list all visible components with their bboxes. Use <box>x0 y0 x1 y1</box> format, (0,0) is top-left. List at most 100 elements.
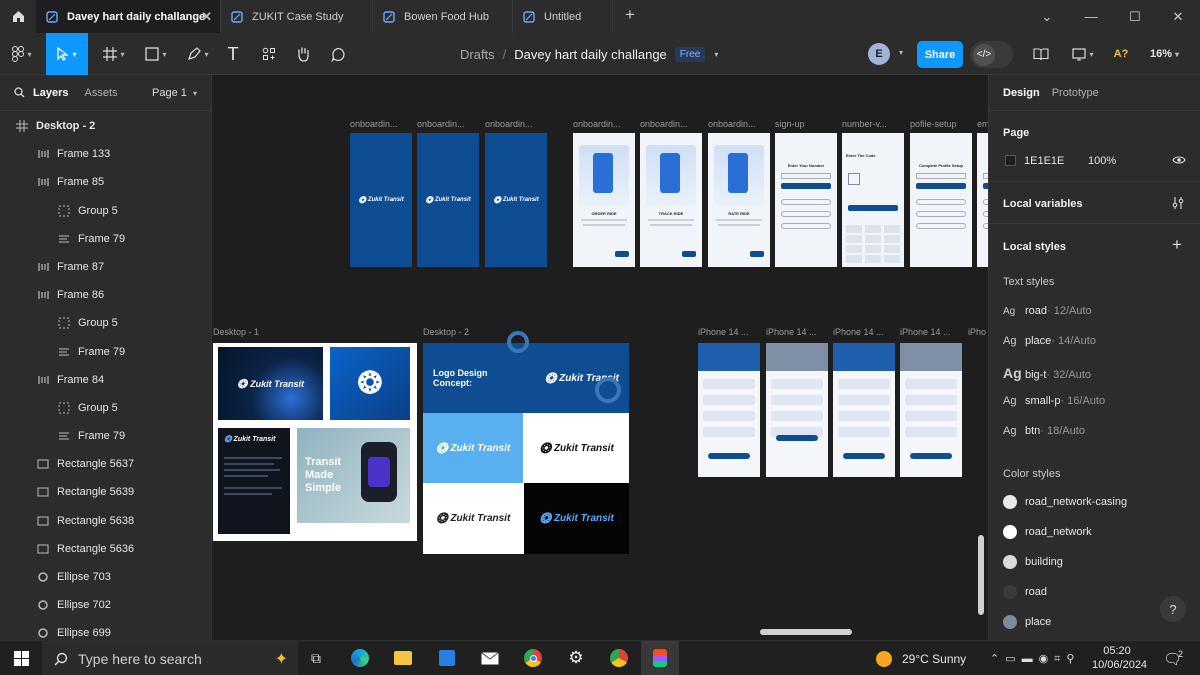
eye-icon[interactable] <box>1172 155 1186 165</box>
iphone-screen[interactable] <box>833 343 895 477</box>
file-menu-chevron-icon[interactable]: ▾ <box>714 50 718 59</box>
edge-browser-icon[interactable] <box>347 646 373 670</box>
chrome-icon[interactable] <box>520 646 546 670</box>
color-style-row[interactable]: place <box>1003 615 1051 629</box>
frame-label[interactable]: number-v... <box>842 119 887 129</box>
form-screen[interactable] <box>977 133 988 267</box>
frame-label[interactable]: onboardin... <box>708 119 756 129</box>
tab-layers[interactable]: Layers <box>33 87 68 99</box>
page-selector[interactable]: Page 1 ▾ <box>152 87 197 99</box>
splash-screen[interactable]: ❂ Zukit Transit <box>350 133 412 267</box>
system-tray-icons[interactable]: ⌃▭▬◉⌗⚲ <box>990 641 1080 675</box>
frame-label[interactable]: iPhone 14 ... <box>833 327 884 337</box>
resources-tool-button[interactable] <box>255 33 283 75</box>
store-icon[interactable] <box>434 646 460 670</box>
variables-settings-icon[interactable] <box>1172 196 1184 210</box>
figma-taskbar-icon[interactable] <box>647 646 673 670</box>
tab-design[interactable]: Design <box>1003 87 1040 99</box>
layer-row[interactable]: Group 5 <box>0 197 211 225</box>
present-button[interactable]: ▾ <box>1066 33 1100 75</box>
layer-row[interactable]: Frame 86 <box>0 281 211 309</box>
text-style-row[interactable]: Ag btn · 18/Auto <box>1003 425 1085 437</box>
frame-label[interactable]: iPhone 14 ... <box>698 327 749 337</box>
layer-row[interactable]: Frame 85 <box>0 168 211 196</box>
dev-mode-toggle[interactable]: </> <box>970 41 1013 68</box>
settings-gear-icon[interactable]: ⚙ <box>563 646 589 670</box>
system-clock[interactable]: 05:20 10/06/2024 <box>1092 644 1147 672</box>
avatar[interactable]: E <box>868 43 890 65</box>
windows-start-icon[interactable] <box>8 646 34 670</box>
color-style-row[interactable]: building <box>1003 555 1063 569</box>
layer-row[interactable]: Desktop - 2 <box>0 112 211 140</box>
layer-row[interactable]: Group 5 <box>0 309 211 337</box>
new-tab-plus-icon[interactable]: + <box>620 5 640 27</box>
hand-tool-button[interactable] <box>290 33 316 75</box>
search-icon[interactable] <box>14 87 25 98</box>
tabs-overflow-chevron-icon[interactable]: ⌄ <box>1025 0 1069 33</box>
onboard-screen[interactable]: TRACK RIDE <box>640 133 702 267</box>
move-tool-button[interactable]: ▾ <box>46 33 88 75</box>
page-opacity-value[interactable]: 100% <box>1088 155 1116 167</box>
avatar-chevron-icon[interactable]: ▾ <box>899 48 903 57</box>
iphone-screen[interactable] <box>766 343 828 477</box>
breadcrumb-drafts[interactable]: Drafts <box>460 47 495 62</box>
keypad-screen[interactable]: Enter The Code <box>842 133 904 267</box>
window-close-icon[interactable]: ✕ <box>1156 0 1200 33</box>
minimize-icon[interactable]: — <box>1069 0 1113 33</box>
frame-label[interactable]: onboardin... <box>485 119 533 129</box>
onboard-screen[interactable]: ORDER RIDE <box>573 133 635 267</box>
form-screen[interactable]: Complete Profile Setup <box>910 133 972 267</box>
frame-label-desktop-1[interactable]: Desktop - 1 <box>213 327 259 337</box>
add-style-plus-icon[interactable]: + <box>1172 235 1182 255</box>
tab-prototype[interactable]: Prototype <box>1052 87 1099 99</box>
help-button[interactable]: ? <box>1160 596 1186 622</box>
tab-untitled[interactable]: Untitled <box>513 0 613 33</box>
frame-label[interactable]: em <box>977 119 988 129</box>
notification-center[interactable]: 🗨 2 <box>1163 641 1183 675</box>
close-icon[interactable]: ✕ <box>201 9 212 25</box>
main-menu-button[interactable]: ▾ <box>0 33 44 75</box>
layer-row[interactable]: Frame 79 <box>0 338 211 366</box>
page-color-value[interactable]: 1E1E1E <box>1024 155 1064 167</box>
color-style-row[interactable]: road_network <box>1003 525 1092 539</box>
frame-label[interactable]: onboardin... <box>350 119 398 129</box>
layer-row[interactable]: Frame 84 <box>0 366 211 394</box>
file-explorer-icon[interactable] <box>390 646 416 670</box>
layer-row[interactable]: Frame 79 <box>0 422 211 450</box>
tab-zukit-case-study[interactable]: ZUKIT Case Study <box>221 0 373 33</box>
layer-row[interactable]: Ellipse 703 <box>0 563 211 591</box>
plan-badge[interactable]: Free <box>674 46 706 62</box>
taskbar-search-box[interactable]: Type here to search ✦ <box>42 641 298 675</box>
text-style-row[interactable]: Ag big-t · 32/Auto <box>1003 365 1091 381</box>
text-style-row[interactable]: Ag small-p · 16/Auto <box>1003 395 1105 407</box>
frame-label[interactable]: iPhone 14 ... <box>766 327 817 337</box>
shape-tool-button[interactable]: ▾ <box>136 33 176 75</box>
vertical-scrollbar[interactable] <box>978 535 984 615</box>
layer-row[interactable]: Group 5 <box>0 394 211 422</box>
layer-row[interactable]: Frame 133 <box>0 140 211 168</box>
canvas[interactable]: onboardin... ❂ Zukit Transit onboardin... ❂ Z… <box>213 75 988 640</box>
chrome-profile-icon[interactable] <box>606 646 632 670</box>
splash-screen[interactable]: ❂ Zukit Transit <box>485 133 547 267</box>
color-style-row[interactable]: road_network-casing <box>1003 495 1127 509</box>
frame-label[interactable]: sign-up <box>775 119 805 129</box>
color-style-row[interactable]: road <box>1003 585 1047 599</box>
page-color-swatch[interactable] <box>1005 155 1016 166</box>
iphone-screen[interactable] <box>900 343 962 477</box>
horizontal-scrollbar[interactable] <box>760 629 852 635</box>
frame-label[interactable]: iPho <box>968 327 986 337</box>
text-tool-icon[interactable]: T <box>220 33 246 75</box>
local-variables-title[interactable]: Local variables <box>1003 198 1083 210</box>
tab-davey-hart[interactable]: Davey hart daily challange ✕ <box>36 0 221 33</box>
layer-row[interactable]: Ellipse 702 <box>0 591 211 619</box>
splash-screen[interactable]: ❂ Zukit Transit <box>417 133 479 267</box>
pen-tool-button[interactable]: ▾ <box>178 33 218 75</box>
text-style-row[interactable]: Ag place · 14/Auto <box>1003 335 1096 347</box>
library-button[interactable] <box>1028 33 1054 75</box>
frame-label[interactable]: onboardin... <box>417 119 465 129</box>
frame-label[interactable]: pofile-setup <box>910 119 957 129</box>
text-style-row[interactable]: Ag road · 12/Auto <box>1003 305 1092 317</box>
frame-label[interactable]: iPhone 14 ... <box>900 327 951 337</box>
home-tab[interactable] <box>0 0 36 33</box>
copilot-sparkle-icon[interactable]: ✦ <box>275 649 288 669</box>
